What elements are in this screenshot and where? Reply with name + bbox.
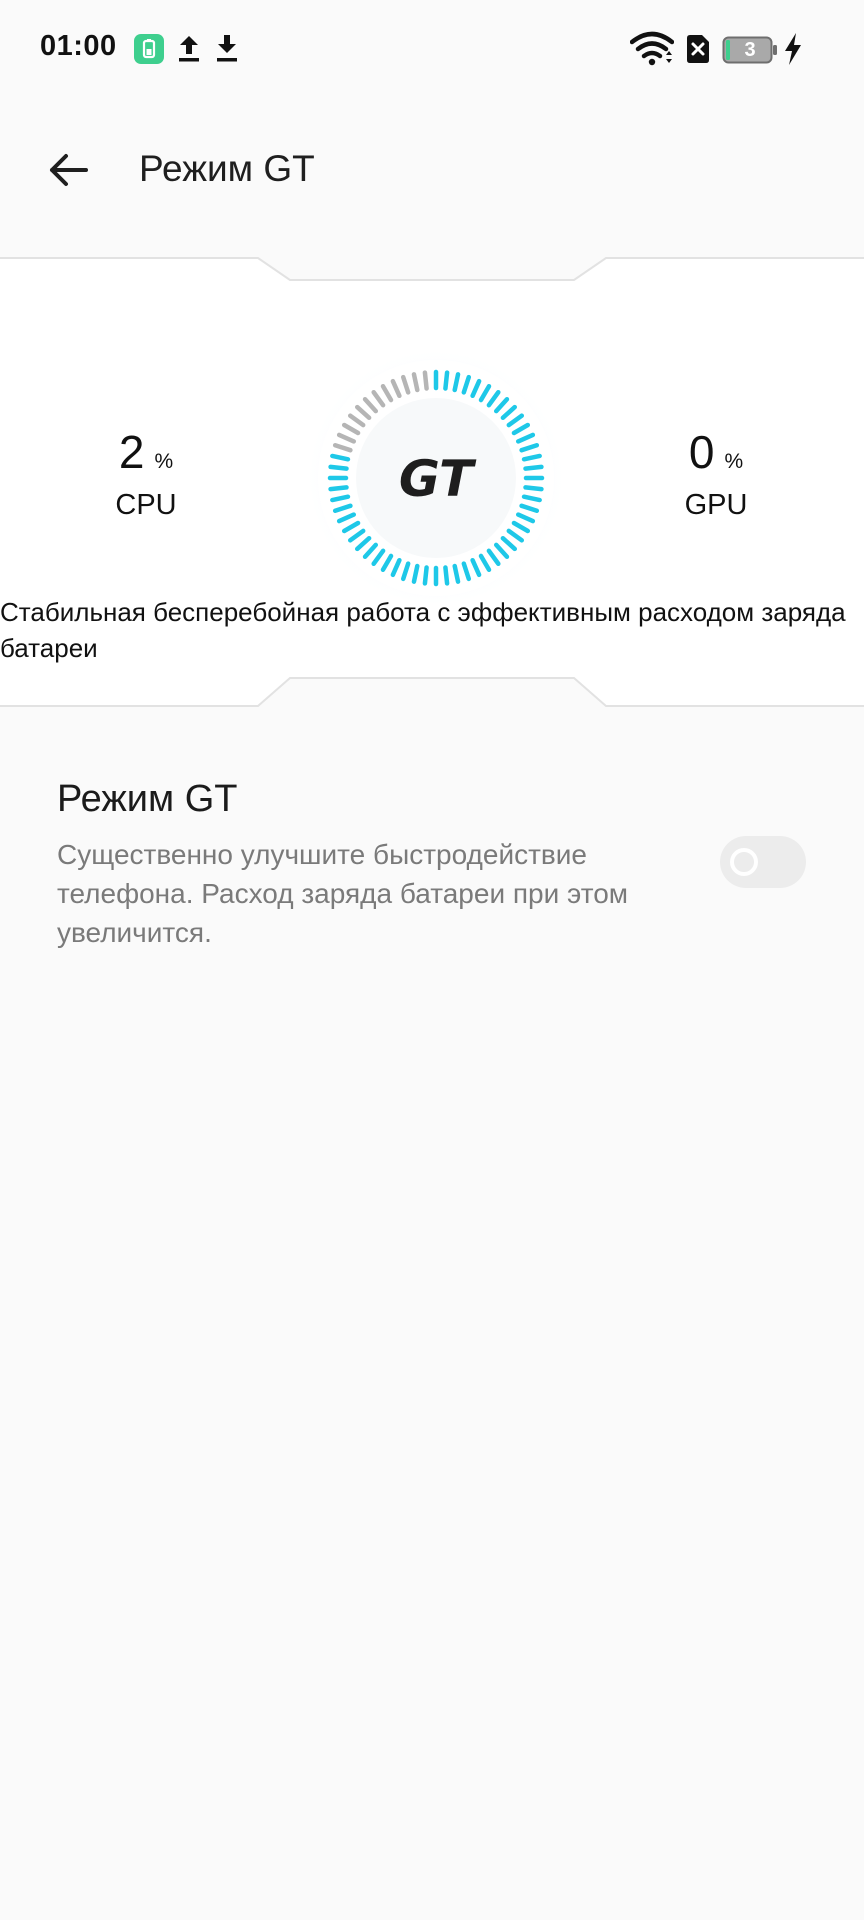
battery-level: 3 xyxy=(744,39,756,61)
sim-missing-icon xyxy=(684,33,712,70)
back-button[interactable] xyxy=(40,138,112,202)
gauge-tick xyxy=(422,565,429,586)
panel-description: Стабильная бесперебойная работа с эффект… xyxy=(0,597,846,663)
status-time: 01:00 xyxy=(40,30,117,62)
upload-icon xyxy=(176,32,202,69)
status-bar: 01:00 3 xyxy=(0,0,864,100)
gauge-tick xyxy=(328,464,349,471)
cpu-stat: 2% CPU xyxy=(46,425,246,522)
gauge-tick xyxy=(523,464,544,471)
gpu-label: GPU xyxy=(684,489,748,521)
charging-icon xyxy=(782,32,804,71)
download-icon xyxy=(214,32,240,69)
arrow-left-icon xyxy=(50,154,88,186)
gauge-tick xyxy=(443,370,450,391)
gauge-tick xyxy=(523,485,544,492)
page-title: Режим GT xyxy=(139,148,315,189)
gpu-unit: % xyxy=(724,450,744,473)
gt-mode-toggle[interactable] xyxy=(720,836,806,888)
wifi-icon xyxy=(629,30,675,71)
cpu-label: CPU xyxy=(115,489,177,521)
battery-saver-icon xyxy=(134,34,164,64)
toggle-knob xyxy=(730,848,758,876)
gt-gauge: GT xyxy=(306,348,566,608)
gpu-stat: 0% GPU xyxy=(616,425,816,522)
gt-logo: GT xyxy=(399,450,477,508)
cpu-value: 2 xyxy=(118,426,145,478)
setting-summary: Существенно улучшите быстродействие теле… xyxy=(57,839,629,948)
setting-title: Режим GT xyxy=(57,778,238,820)
gauge-tick xyxy=(422,370,429,391)
cpu-unit: % xyxy=(154,450,174,473)
gpu-value: 0 xyxy=(688,426,715,478)
gauge-tick xyxy=(443,565,450,586)
gauge-tick xyxy=(328,485,349,492)
